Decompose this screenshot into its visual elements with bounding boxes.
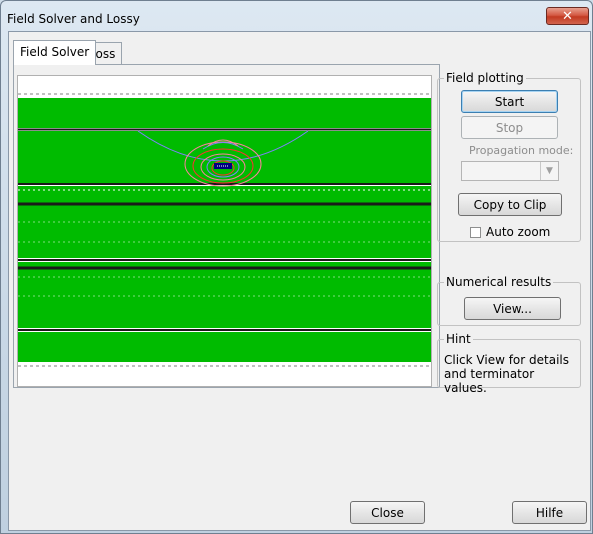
numerical-results-group: Numerical results View... — [437, 275, 581, 326]
stop-button[interactable]: Stop — [461, 116, 558, 139]
close-icon: ✕ — [562, 8, 573, 24]
field-plotting-group-label: Field plotting — [444, 71, 526, 85]
hint-text: Click View for details and terminator va… — [444, 353, 569, 395]
hint-group: Hint Click View for details and terminat… — [437, 332, 581, 395]
dielectric-layer-1 — [18, 98, 431, 128]
numerical-results-group-label: Numerical results — [444, 275, 554, 289]
view-button[interactable]: View... — [464, 297, 561, 320]
start-button[interactable]: Start — [461, 90, 558, 113]
hint-group-label: Hint — [444, 332, 473, 346]
dialog-client-area: Field Solver Loss Field plotting Start S… — [8, 31, 591, 531]
window-title: Field Solver and Lossy — [7, 12, 140, 26]
tab-field-solver[interactable]: Field Solver — [13, 40, 97, 65]
tab-field-solver-label: Field Solver — [20, 45, 90, 59]
dielectric-layer-4 — [18, 262, 431, 328]
propagation-mode-select[interactable]: ▼ — [461, 161, 559, 181]
field-solver-panel — [13, 64, 440, 388]
dialog-window: Field Solver and Lossy ✕ Field Solver Lo… — [0, 0, 593, 534]
copy-to-clip-button[interactable]: Copy to Clip — [458, 193, 562, 216]
field-plot-canvas — [18, 93, 431, 367]
help-button[interactable]: Hilfe — [512, 501, 587, 524]
dielectric-layer-5 — [18, 332, 431, 362]
field-plot — [17, 75, 432, 387]
propagation-mode-label: Propagation mode: — [469, 144, 574, 157]
auto-zoom-checkbox[interactable] — [470, 227, 481, 238]
auto-zoom-label: Auto zoom — [486, 225, 551, 239]
chevron-down-icon: ▼ — [540, 162, 558, 180]
field-plotting-group: Field plotting Start Stop Propagation mo… — [437, 71, 581, 242]
title-bar: Field Solver and Lossy ✕ — [1, 1, 592, 31]
close-button[interactable]: Close — [350, 501, 425, 524]
window-close-button[interactable]: ✕ — [546, 7, 589, 25]
